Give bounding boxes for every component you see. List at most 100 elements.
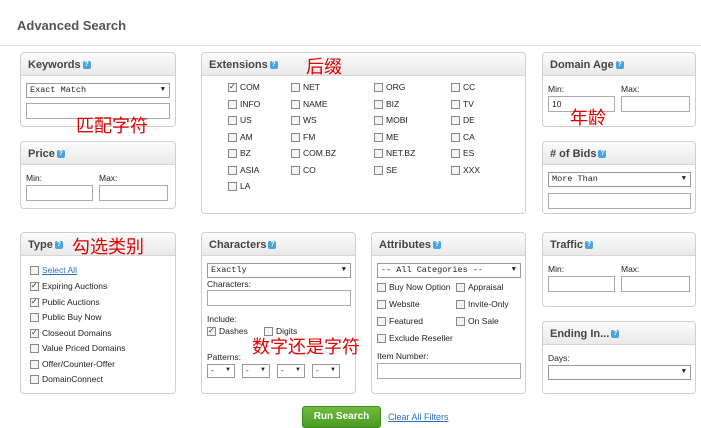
attribute-item[interactable]: On Sale	[456, 316, 499, 327]
extension-checkbox[interactable]	[451, 116, 460, 126]
attribute-item[interactable]: Buy Now Option	[377, 282, 450, 293]
type-checkbox[interactable]	[30, 328, 39, 338]
extension-item[interactable]: ME	[374, 132, 399, 142]
extension-item[interactable]: ASIA	[228, 165, 259, 175]
dashes-item[interactable]: Dashes	[207, 326, 248, 337]
item-number-input[interactable]	[377, 363, 521, 379]
type-item[interactable]: Closeout Domains	[30, 328, 111, 338]
attribute-item[interactable]: Appraisal	[456, 282, 503, 293]
extension-item[interactable]: WS	[291, 115, 317, 126]
extension-checkbox[interactable]	[451, 83, 460, 93]
extension-checkbox[interactable]	[374, 116, 383, 126]
price-min-input[interactable]	[26, 185, 93, 201]
extension-checkbox[interactable]	[374, 132, 383, 142]
clear-filters-link[interactable]: Clear All Filters	[388, 412, 449, 422]
traffic-min-input[interactable]	[548, 276, 615, 292]
select-all-checkbox[interactable]	[30, 266, 39, 276]
extension-checkbox[interactable]	[374, 149, 383, 159]
attribute-checkbox[interactable]	[377, 317, 386, 327]
help-icon[interactable]: ?	[56, 150, 65, 159]
traffic-max-input[interactable]	[621, 276, 690, 292]
run-search-button[interactable]: Run Search	[302, 406, 381, 428]
type-checkbox[interactable]	[30, 281, 39, 292]
attribute-item[interactable]: Featured	[377, 316, 423, 327]
attribute-item[interactable]: Invite-Only	[456, 299, 509, 310]
extension-checkbox[interactable]	[228, 116, 237, 126]
characters-mode-select[interactable]: Exactly ▼	[207, 263, 351, 278]
extension-item[interactable]: FM	[291, 132, 315, 142]
extension-item[interactable]: CC	[451, 82, 475, 93]
type-checkbox[interactable]	[30, 344, 39, 354]
help-icon[interactable]: ?	[269, 61, 278, 70]
extension-item[interactable]: XXX	[451, 165, 480, 175]
type-checkbox[interactable]	[30, 313, 39, 323]
extension-checkbox[interactable]	[291, 99, 300, 109]
extension-checkbox[interactable]	[291, 149, 300, 159]
extension-item[interactable]: BIZ	[374, 99, 399, 109]
extension-item[interactable]: ES	[451, 148, 474, 159]
extension-item[interactable]: NAME	[291, 99, 328, 109]
extension-item[interactable]: INFO	[228, 99, 260, 109]
extension-item[interactable]: COM	[228, 82, 260, 93]
extension-item[interactable]: NET	[291, 82, 320, 93]
pattern-select-2[interactable]: - ▼	[242, 364, 270, 378]
extension-checkbox[interactable]	[291, 165, 300, 175]
extension-item[interactable]: MOBI	[374, 115, 408, 126]
extension-checkbox[interactable]	[291, 132, 300, 142]
help-icon[interactable]: ?	[598, 150, 607, 159]
type-item[interactable]: Public Auctions	[30, 297, 100, 307]
type-checkbox[interactable]	[30, 375, 39, 385]
attribute-checkbox[interactable]	[377, 334, 386, 344]
attribute-item[interactable]: Exclude Reseller	[377, 333, 453, 344]
extension-item[interactable]: NET.BZ	[374, 148, 415, 159]
type-item[interactable]: Value Priced Domains	[30, 343, 125, 354]
extension-checkbox[interactable]	[374, 83, 383, 93]
extension-checkbox[interactable]	[451, 165, 460, 175]
extension-item[interactable]: LA	[228, 181, 250, 192]
type-item[interactable]: Expiring Auctions	[30, 281, 107, 292]
extension-checkbox[interactable]	[291, 83, 300, 93]
help-icon[interactable]: ?	[611, 330, 620, 339]
extension-checkbox[interactable]	[228, 182, 237, 192]
extension-item[interactable]: TV	[451, 99, 474, 109]
extension-checkbox[interactable]	[451, 132, 460, 142]
help-icon[interactable]: ?	[585, 241, 594, 250]
extension-checkbox[interactable]	[374, 99, 383, 109]
type-item[interactable]: Offer/Counter-Offer	[30, 359, 115, 369]
extension-item[interactable]: AM	[228, 132, 253, 142]
bids-input[interactable]	[548, 193, 691, 209]
extension-checkbox[interactable]	[228, 165, 237, 175]
type-checkbox[interactable]	[30, 297, 39, 307]
attribute-checkbox[interactable]	[456, 300, 465, 310]
extension-checkbox[interactable]	[228, 82, 237, 93]
attribute-item[interactable]: Website	[377, 299, 420, 310]
extension-item[interactable]: DE	[451, 115, 475, 126]
pattern-select-1[interactable]: - ▼	[207, 364, 235, 378]
help-icon[interactable]: ?	[615, 61, 624, 70]
age-max-input[interactable]	[621, 96, 690, 112]
select-all-link[interactable]: Select All	[42, 265, 77, 275]
extension-checkbox[interactable]	[228, 132, 237, 142]
category-select[interactable]: -- All Categories -- ▼	[377, 263, 521, 278]
extension-checkbox[interactable]	[228, 99, 237, 109]
attribute-checkbox[interactable]	[377, 283, 386, 293]
extension-checkbox[interactable]	[374, 165, 383, 175]
bids-select[interactable]: More Than ▼	[548, 172, 691, 187]
attribute-checkbox[interactable]	[456, 317, 465, 327]
type-item[interactable]: Public Buy Now	[30, 312, 102, 323]
type-checkbox[interactable]	[30, 359, 39, 369]
keyword-match-select[interactable]: Exact Match ▼	[26, 83, 170, 98]
help-icon[interactable]: ?	[54, 241, 63, 250]
pattern-select-3[interactable]: - ▼	[277, 364, 305, 378]
type-item[interactable]: DomainConnect	[30, 374, 103, 385]
extension-item[interactable]: ORG	[374, 82, 405, 93]
help-icon[interactable]: ?	[432, 241, 441, 250]
extension-item[interactable]: COM.BZ	[291, 148, 336, 159]
select-all-item[interactable]: Select All	[30, 265, 77, 276]
help-icon[interactable]: ?	[268, 241, 277, 250]
attribute-checkbox[interactable]	[377, 300, 386, 310]
help-icon[interactable]: ?	[82, 61, 91, 70]
extension-item[interactable]: SE	[374, 165, 397, 175]
price-max-input[interactable]	[99, 185, 168, 201]
pattern-select-4[interactable]: - ▼	[312, 364, 340, 378]
